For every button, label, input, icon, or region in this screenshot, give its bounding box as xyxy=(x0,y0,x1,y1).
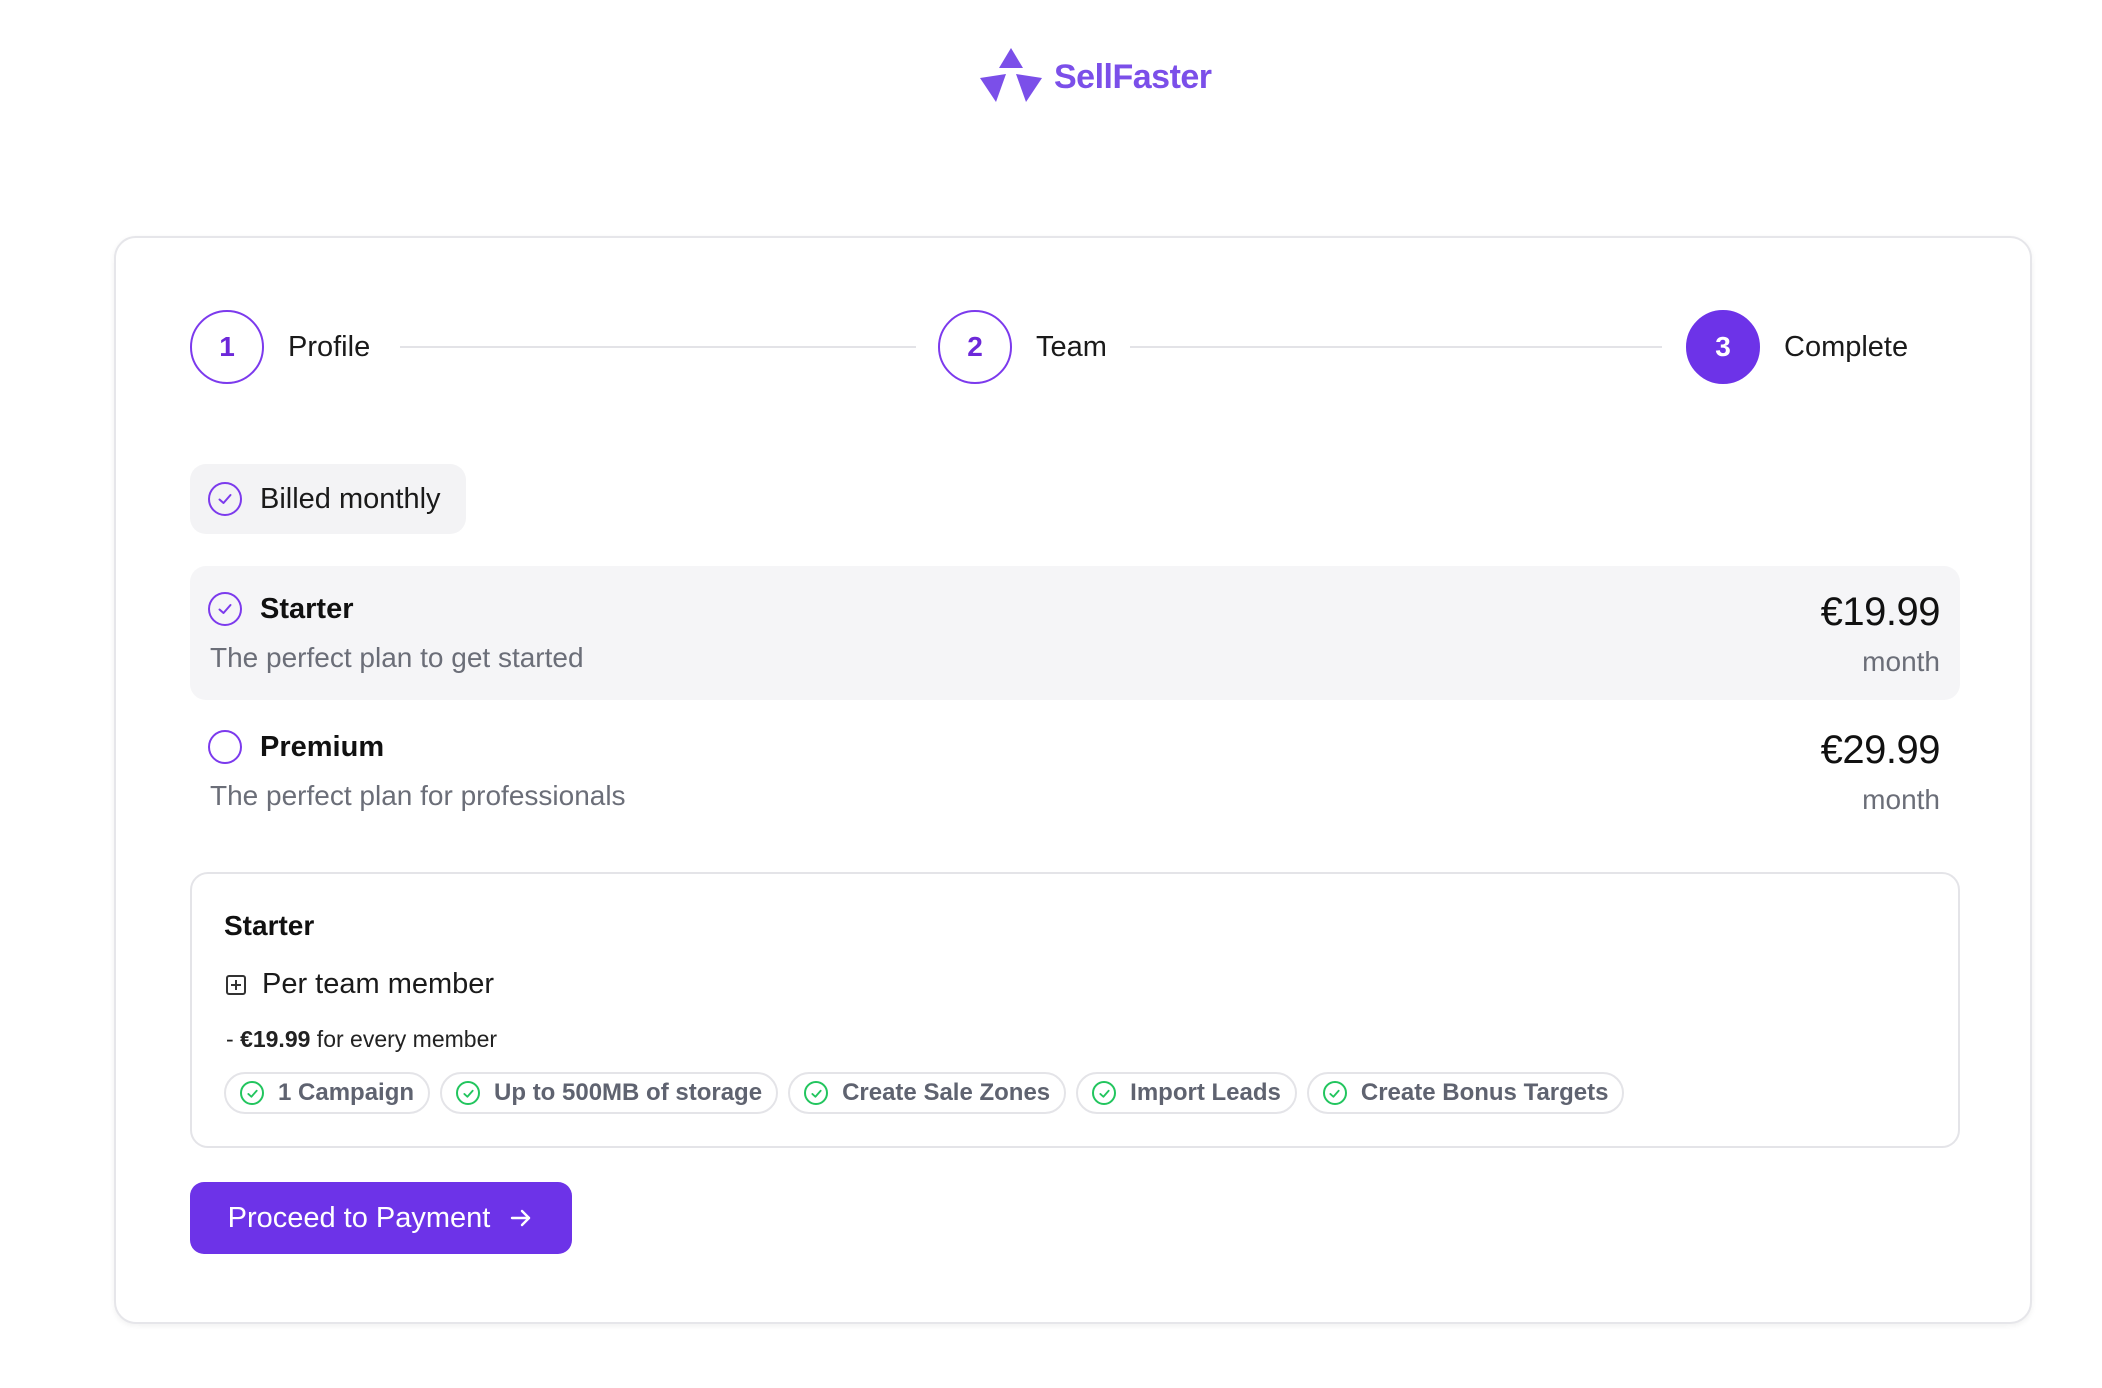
plan-price: €29.99 xyxy=(1820,728,1941,772)
step-number: 2 xyxy=(938,310,1012,384)
feature-chip: Create Bonus Targets xyxy=(1306,1072,1625,1114)
feature-chip: Up to 500MB of storage xyxy=(440,1072,779,1114)
per-member-row: Per team member xyxy=(226,968,494,1001)
step-label: Profile xyxy=(288,330,371,363)
plan-price: €19.99 xyxy=(1820,590,1941,634)
member-price: €19.99 xyxy=(240,1026,311,1052)
check-circle-icon xyxy=(456,1081,481,1105)
plan-description: The perfect plan for professionals xyxy=(210,780,626,811)
check-circle-icon xyxy=(208,592,242,626)
step-profile[interactable]: 1 Profile xyxy=(190,310,370,384)
arrow-right-icon xyxy=(511,1209,531,1227)
check-circle-icon xyxy=(804,1081,829,1105)
step-complete[interactable]: 3 Complete xyxy=(1686,310,1908,384)
check-circle-icon xyxy=(240,1081,264,1105)
progress-stepper: 1 Profile 2 Team 3 Complete xyxy=(190,310,1960,384)
brand-logo[interactable]: SellFaster xyxy=(978,46,1212,108)
plan-name: Starter xyxy=(260,592,354,625)
step-number: 1 xyxy=(190,310,264,384)
checkout-card: 1 Profile 2 Team 3 Complete Billed month… xyxy=(114,236,2032,1324)
step-connector xyxy=(400,346,916,348)
plan-option-premium[interactable]: Premium The perfect plan for professiona… xyxy=(190,704,1960,838)
feature-label: Up to 500MB of storage xyxy=(494,1079,763,1106)
button-label: Proceed to Payment xyxy=(227,1201,491,1234)
check-circle-icon xyxy=(1092,1081,1117,1105)
proceed-to-payment-button[interactable]: Proceed to Payment xyxy=(190,1182,572,1254)
plan-period: month xyxy=(1862,784,1940,815)
plan-description: The perfect plan to get started xyxy=(210,642,584,673)
feature-label: 1 Campaign xyxy=(278,1079,415,1106)
feature-chip: 1 Campaign xyxy=(224,1072,431,1114)
feature-chip: Import Leads xyxy=(1076,1072,1297,1114)
plan-option-starter[interactable]: Starter The perfect plan to get started … xyxy=(190,566,1960,700)
feature-label: Create Bonus Targets xyxy=(1360,1079,1609,1106)
three-triangle-logo-icon xyxy=(980,48,1042,102)
billing-label: Billed monthly xyxy=(260,482,441,515)
billed-monthly-toggle[interactable]: Billed monthly xyxy=(190,464,466,534)
step-connector xyxy=(1130,346,1662,348)
brand-name: SellFaster xyxy=(1054,57,1212,96)
price-prefix: - xyxy=(226,1026,241,1052)
feature-label: Import Leads xyxy=(1130,1079,1281,1106)
member-price-line: - €19.99 for every member xyxy=(226,1026,497,1053)
summary-title: Starter xyxy=(224,910,315,941)
check-circle-icon xyxy=(208,482,242,516)
plus-square-icon xyxy=(226,974,246,995)
radio-unchecked-icon xyxy=(208,730,242,764)
feature-list: 1 Campaign Up to 500MB of storage Create… xyxy=(224,1072,1625,1114)
price-suffix: for every member xyxy=(310,1026,498,1052)
step-label: Team xyxy=(1036,330,1107,363)
check-circle-icon xyxy=(1322,1081,1347,1105)
per-member-label: Per team member xyxy=(262,968,495,1000)
step-label: Complete xyxy=(1784,330,1909,363)
feature-label: Create Sale Zones xyxy=(842,1079,1051,1106)
feature-chip: Create Sale Zones xyxy=(788,1072,1067,1114)
plan-period: month xyxy=(1862,646,1940,677)
plan-name: Premium xyxy=(260,730,385,763)
step-team[interactable]: 2 Team xyxy=(938,310,1107,384)
plan-summary: Starter Per team member - €19.99 for eve… xyxy=(190,872,1960,1148)
step-number: 3 xyxy=(1686,310,1760,384)
